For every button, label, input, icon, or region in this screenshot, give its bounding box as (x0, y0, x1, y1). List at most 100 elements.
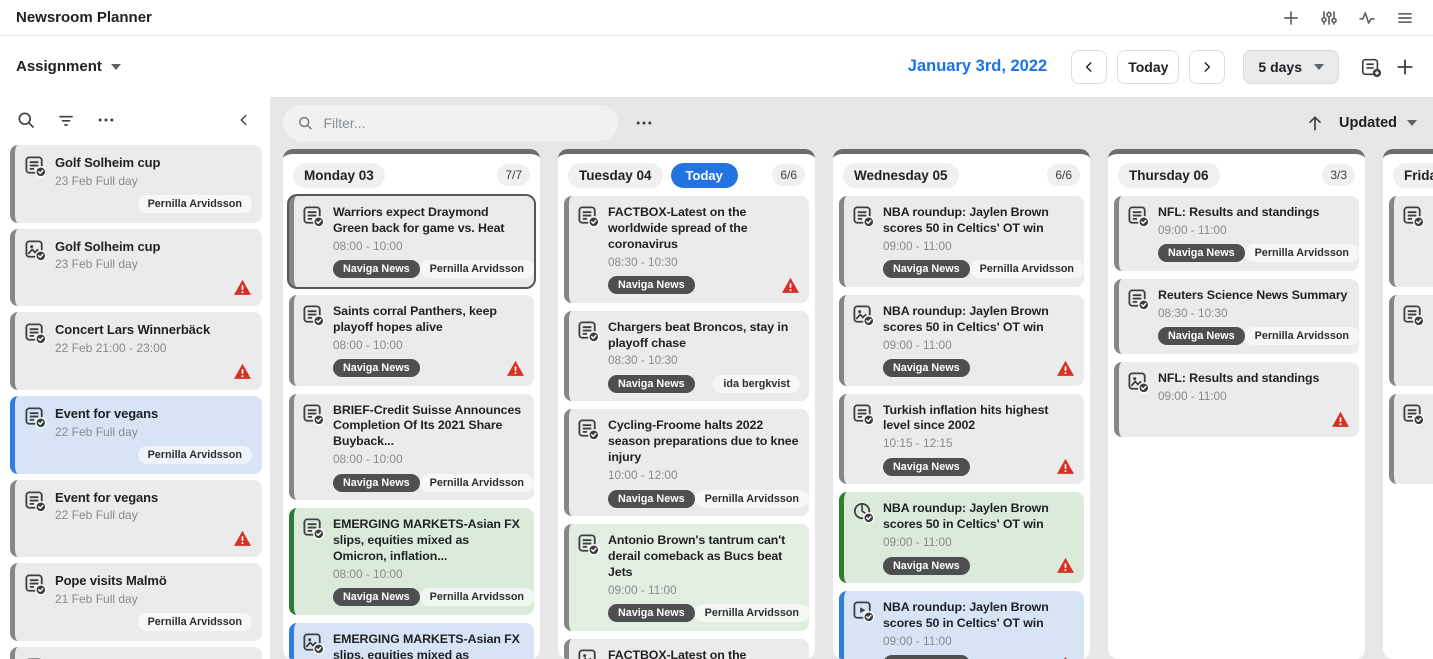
card-time: 10:15 - 12:15 (883, 436, 1075, 450)
assignment-card[interactable]: NBA roundup: Jaylen Brown scores 50 in C… (839, 196, 1084, 287)
filter-icon[interactable] (54, 108, 78, 132)
search-icon[interactable] (14, 108, 38, 132)
assignment-card[interactable]: Warriors expect Draymond Green back for … (289, 196, 534, 287)
card-title: FACTBOX-Latest on the worldwide spread o… (608, 205, 800, 253)
news-provider-badge: Naviga News (1158, 327, 1245, 345)
tune-icon[interactable] (1317, 6, 1341, 30)
assignment-card[interactable]: BRIEF-Credit Suisse Announces Completion… (289, 394, 534, 501)
next-day-button[interactable] (1189, 50, 1225, 84)
article-icon (302, 205, 325, 228)
card-time: 10:00 - 12:00 (608, 468, 800, 482)
card-title: Chargers beat Broncos, stay in playoff c… (608, 320, 800, 352)
assignee-badge: Pernilla Arvidsson (138, 446, 252, 464)
assignment-card[interactable]: Reuters Science News Summary 08:30 - 10:… (1114, 279, 1359, 354)
card-time: 09:00 - 11:00 (883, 634, 1075, 648)
assignment-card[interactable]: Event for vegans 22 Feb Full day Pernill… (10, 396, 262, 474)
assignment-card[interactable]: Event for vegans 22 Feb Full day (10, 480, 262, 558)
more-icon[interactable] (632, 111, 656, 135)
current-date: January 3rd, 2022 (908, 57, 1047, 76)
assignment-card[interactable]: Antonio Brown's tantrum can't derail com… (564, 524, 809, 631)
card-title: Pope visits Malmö (55, 573, 252, 590)
assignment-card[interactable]: Cri Bar 10:1 Na (1389, 295, 1433, 386)
news-provider-badge: Naviga News (333, 359, 420, 377)
assignment-card[interactable]: Golf Solheim cup 23 Feb Full day (10, 229, 262, 307)
assignee-badge: Pernilla Arvidsson (1245, 327, 1359, 345)
article-icon (302, 403, 325, 426)
assignment-card[interactable]: EMERGING MARKETS-Asian FX slips, equitie… (289, 623, 534, 659)
card-time: 22 Feb 21:00 - 23:00 (55, 341, 252, 355)
assignee-badge: ida bergkvist (713, 375, 800, 393)
card-title: NFL: Results and standings (1158, 205, 1350, 221)
article-icon (1402, 304, 1425, 327)
card-title: Reuters Science News Summary (1158, 288, 1350, 304)
sort-dropdown[interactable]: Updated (1339, 115, 1417, 131)
day-label: Thursday 06 (1118, 163, 1220, 188)
assignment-card[interactable]: Sun cru 09:0 Na (1389, 394, 1433, 485)
assignment-card[interactable]: NFL: Results and standings 09:00 - 11:00 (1114, 362, 1359, 437)
card-time: 23 Feb Full day (55, 174, 252, 188)
plus-icon[interactable] (1279, 6, 1303, 30)
assignment-card[interactable]: Cycling-Froome halts 2022 season prepara… (564, 409, 809, 516)
today-button[interactable]: Today (1117, 50, 1179, 84)
news-provider-badge: Naviga News (883, 458, 970, 476)
assignment-card[interactable]: Concert Lars Winnerbäck 22 Feb 21:00 - 2… (10, 312, 262, 390)
article-icon (1402, 403, 1425, 426)
card-time: 09:00 - 11:00 (1158, 223, 1350, 237)
calendar-add-icon[interactable] (1359, 55, 1383, 79)
card-title: NBA roundup: Jaylen Brown scores 50 in C… (883, 501, 1075, 533)
card-count-badge: 6/6 (772, 164, 805, 186)
prev-day-button[interactable] (1071, 50, 1107, 84)
article-icon (852, 205, 875, 228)
day-label: Tuesday 04 (568, 163, 663, 188)
warning-icon (1331, 411, 1350, 428)
assignment-card[interactable]: Chargers beat Broncos, stay in playoff c… (564, 311, 809, 402)
filter-input[interactable] (323, 115, 604, 131)
activity-icon[interactable] (1355, 6, 1379, 30)
assignment-card[interactable]: Turkish inflation hits highest level sin… (839, 394, 1084, 485)
sort-direction-icon[interactable] (1303, 111, 1327, 135)
card-title: Event for vegans (55, 406, 252, 423)
card-title: Event for vegans (55, 490, 252, 507)
column-header: Friday 0 (1389, 154, 1433, 196)
filter-search[interactable] (283, 105, 618, 141)
menu-icon[interactable] (1393, 6, 1417, 30)
news-provider-badge: Naviga News (608, 276, 695, 294)
assignment-card[interactable]: Third Hong Kong news company shutters as… (10, 647, 262, 659)
plus-icon[interactable] (1393, 55, 1417, 79)
assignment-card[interactable]: FACTBOX-Latest on the worldwide spread o… (564, 196, 809, 303)
sort-label: Updated (1339, 115, 1397, 131)
assignment-card[interactable]: NBA roundup: Jaylen Brown scores 50 in C… (839, 295, 1084, 386)
more-icon[interactable] (94, 108, 118, 132)
range-dropdown[interactable]: 5 days (1243, 50, 1339, 84)
assignment-card[interactable]: EMERGING MARKETS-Asian FX slips, equitie… (289, 508, 534, 615)
assignment-card[interactable]: Pope visits Malmö 21 Feb Full day Pernil… (10, 563, 262, 641)
search-icon (297, 114, 313, 132)
warning-icon (233, 279, 252, 296)
assignment-card[interactable]: Golf Solheim cup 23 Feb Full day Pernill… (10, 145, 262, 223)
day-label: Wednesday 05 (843, 163, 959, 188)
assignment-card[interactable]: Sec ma 09:0 Na (1389, 196, 1433, 287)
day-column: Friday 0 Sec ma 09:0 Na Cri Bar 10:1 Na … (1383, 149, 1433, 659)
warning-icon (781, 277, 800, 294)
graphic-icon (852, 501, 875, 524)
card-title: Concert Lars Winnerbäck (55, 322, 252, 339)
article-icon (577, 205, 600, 228)
video-icon (852, 600, 875, 623)
day-label: Monday 03 (293, 163, 385, 188)
news-provider-badge: Naviga News (883, 557, 970, 575)
card-time: 22 Feb Full day (55, 425, 252, 439)
assignment-card[interactable]: NBA roundup: Jaylen Brown scores 50 in C… (839, 492, 1084, 583)
news-provider-badge: Naviga News (608, 604, 695, 622)
photo-icon (577, 648, 600, 659)
news-provider-badge: Naviga News (883, 359, 970, 377)
card-title: BRIEF-Credit Suisse Announces Completion… (333, 403, 525, 451)
collapse-sidebar-icon[interactable] (232, 108, 256, 132)
view-type-dropdown[interactable]: Assignment (16, 58, 121, 75)
assignment-card[interactable]: Saints corral Panthers, keep playoff hop… (289, 295, 534, 386)
article-icon (577, 418, 600, 441)
view-type-label: Assignment (16, 58, 102, 75)
card-title: Golf Solheim cup (55, 155, 252, 172)
assignment-card[interactable]: NBA roundup: Jaylen Brown scores 50 in C… (839, 591, 1084, 659)
assignment-card[interactable]: FACTBOX-Latest on the worldwide spread o… (564, 639, 809, 659)
assignment-card[interactable]: NFL: Results and standings 09:00 - 11:00… (1114, 196, 1359, 271)
